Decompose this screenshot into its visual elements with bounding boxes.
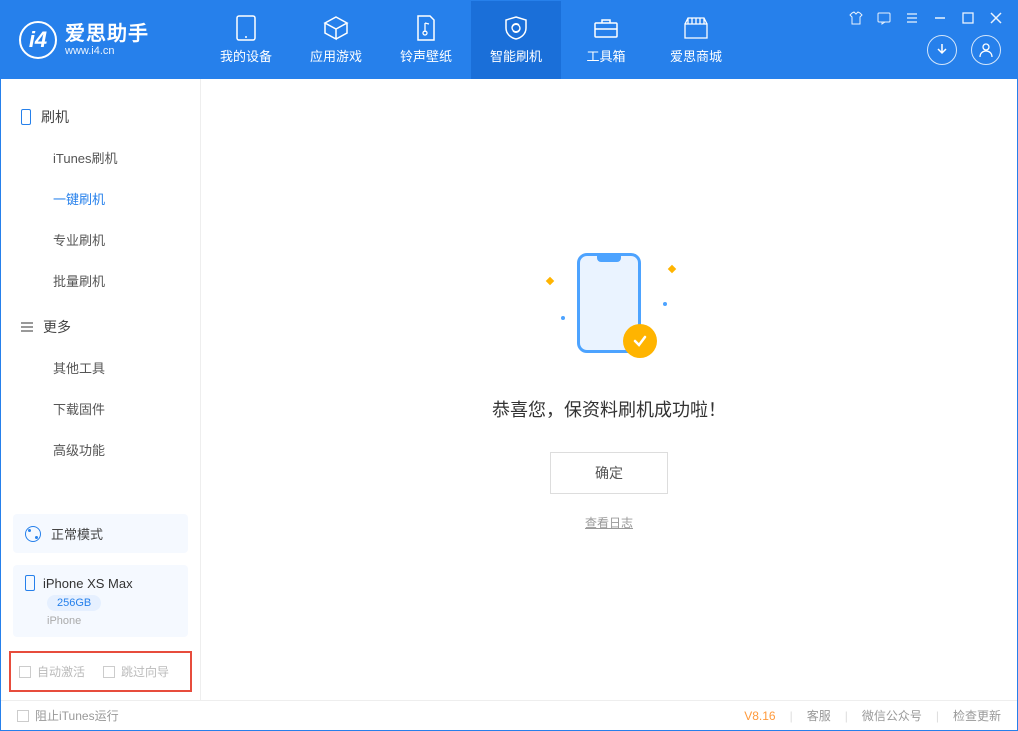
tab-label: 我的设备 bbox=[220, 46, 272, 65]
toolbox-icon bbox=[592, 16, 620, 40]
close-button[interactable] bbox=[987, 9, 1005, 27]
app-header: i4 爱思助手 www.i4.cn 我的设备 应用游戏 铃声壁纸 智能刷机 工具… bbox=[1, 1, 1017, 79]
shield-sync-icon bbox=[502, 16, 530, 40]
logo-text: 爱思助手 www.i4.cn bbox=[65, 23, 149, 57]
phone-icon bbox=[21, 109, 31, 125]
checkbox-block-itunes[interactable]: 阻止iTunes运行 bbox=[17, 707, 119, 724]
checkbox-label: 阻止iTunes运行 bbox=[35, 707, 119, 724]
download-button[interactable] bbox=[927, 35, 957, 65]
minimize-button[interactable] bbox=[931, 9, 949, 27]
checkbox-icon bbox=[19, 666, 31, 678]
tab-label: 铃声壁纸 bbox=[400, 46, 452, 65]
separator: | bbox=[936, 709, 939, 723]
version-label: V8.16 bbox=[744, 709, 775, 723]
store-icon bbox=[682, 16, 710, 40]
support-link[interactable]: 客服 bbox=[807, 707, 831, 724]
device-icon bbox=[232, 16, 260, 40]
app-subtitle: www.i4.cn bbox=[65, 45, 149, 57]
tab-toolbox[interactable]: 工具箱 bbox=[561, 1, 651, 79]
separator: | bbox=[790, 709, 793, 723]
checkbox-label: 自动激活 bbox=[37, 663, 85, 680]
tab-apps-games[interactable]: 应用游戏 bbox=[291, 1, 381, 79]
wechat-link[interactable]: 微信公众号 bbox=[862, 707, 922, 724]
list-icon bbox=[21, 322, 33, 332]
tab-label: 智能刷机 bbox=[490, 46, 542, 65]
music-file-icon bbox=[412, 16, 440, 40]
device-capacity: 256GB bbox=[47, 595, 101, 611]
separator: | bbox=[845, 709, 848, 723]
check-badge-icon bbox=[623, 324, 657, 358]
sidebar-item-itunes-flash[interactable]: iTunes刷机 bbox=[1, 137, 200, 178]
sidebar-heading-flash: 刷机 bbox=[1, 97, 200, 137]
account-button[interactable] bbox=[971, 35, 1001, 65]
check-update-link[interactable]: 检查更新 bbox=[953, 707, 1001, 724]
mode-card[interactable]: 正常模式 bbox=[13, 514, 188, 553]
tab-label: 工具箱 bbox=[586, 46, 625, 65]
phone-icon bbox=[25, 575, 35, 591]
tab-ringtones-wallpapers[interactable]: 铃声壁纸 bbox=[381, 1, 471, 79]
maximize-button[interactable] bbox=[959, 9, 977, 27]
success-message: 恭喜您，保资料刷机成功啦！ bbox=[492, 396, 726, 422]
tab-label: 爱思商城 bbox=[670, 46, 722, 65]
main-content: 恭喜您，保资料刷机成功啦！ 确定 查看日志 bbox=[201, 79, 1017, 700]
tab-smart-flash[interactable]: 智能刷机 bbox=[471, 1, 561, 79]
heading-label: 刷机 bbox=[41, 107, 69, 127]
nav-tabs: 我的设备 应用游戏 铃声壁纸 智能刷机 工具箱 爱思商城 bbox=[201, 1, 741, 79]
ok-button[interactable]: 确定 bbox=[550, 452, 668, 494]
footer-bar: 阻止iTunes运行 V8.16 | 客服 | 微信公众号 | 检查更新 bbox=[1, 700, 1017, 730]
view-log-link[interactable]: 查看日志 bbox=[585, 514, 633, 531]
sidebar-item-download-firmware[interactable]: 下载固件 bbox=[1, 388, 200, 429]
sidebar-heading-more: 更多 bbox=[1, 307, 200, 347]
sidebar-item-batch-flash[interactable]: 批量刷机 bbox=[1, 260, 200, 301]
body-area: 刷机 iTunes刷机 一键刷机 专业刷机 批量刷机 更多 其他工具 下载固件 … bbox=[1, 79, 1017, 700]
checkbox-icon bbox=[17, 710, 29, 722]
sidebar: 刷机 iTunes刷机 一键刷机 专业刷机 批量刷机 更多 其他工具 下载固件 … bbox=[1, 79, 201, 700]
checkbox-auto-activate[interactable]: 自动激活 bbox=[19, 663, 85, 680]
cube-icon bbox=[322, 16, 350, 40]
header-action-circles bbox=[927, 35, 1001, 65]
shirt-icon[interactable] bbox=[847, 9, 865, 27]
sparkle-icon bbox=[668, 265, 676, 273]
sidebar-item-oneclick-flash[interactable]: 一键刷机 bbox=[1, 178, 200, 219]
app-logo-icon: i4 bbox=[19, 21, 57, 59]
tab-label: 应用游戏 bbox=[310, 46, 362, 65]
feedback-icon[interactable] bbox=[875, 9, 893, 27]
device-name: iPhone XS Max bbox=[43, 576, 133, 591]
mode-label: 正常模式 bbox=[51, 524, 103, 543]
device-type: iPhone bbox=[47, 615, 176, 627]
logo-area: i4 爱思助手 www.i4.cn bbox=[1, 21, 201, 59]
success-illustration bbox=[539, 248, 679, 368]
tab-store[interactable]: 爱思商城 bbox=[651, 1, 741, 79]
checkbox-icon bbox=[103, 666, 115, 678]
checkbox-label: 跳过向导 bbox=[121, 663, 169, 680]
checkbox-skip-guide[interactable]: 跳过向导 bbox=[103, 663, 169, 680]
menu-icon[interactable] bbox=[903, 9, 921, 27]
sidebar-section-flash: 刷机 iTunes刷机 一键刷机 专业刷机 批量刷机 bbox=[1, 97, 200, 307]
device-card[interactable]: iPhone XS Max 256GB iPhone bbox=[13, 565, 188, 637]
window-controls bbox=[847, 9, 1005, 27]
sidebar-section-more: 更多 其他工具 下载固件 高级功能 bbox=[1, 307, 200, 476]
dot-icon bbox=[561, 316, 565, 320]
heading-label: 更多 bbox=[43, 317, 71, 337]
sparkle-icon bbox=[546, 277, 554, 285]
sidebar-item-pro-flash[interactable]: 专业刷机 bbox=[1, 219, 200, 260]
sidebar-item-other-tools[interactable]: 其他工具 bbox=[1, 347, 200, 388]
app-title: 爱思助手 bbox=[65, 23, 149, 45]
dot-icon bbox=[663, 302, 667, 306]
tab-my-device[interactable]: 我的设备 bbox=[201, 1, 291, 79]
options-highlight-box: 自动激活 跳过向导 bbox=[9, 651, 192, 692]
sidebar-item-advanced[interactable]: 高级功能 bbox=[1, 429, 200, 470]
footer-right: V8.16 | 客服 | 微信公众号 | 检查更新 bbox=[744, 707, 1001, 724]
mode-icon bbox=[25, 526, 41, 542]
